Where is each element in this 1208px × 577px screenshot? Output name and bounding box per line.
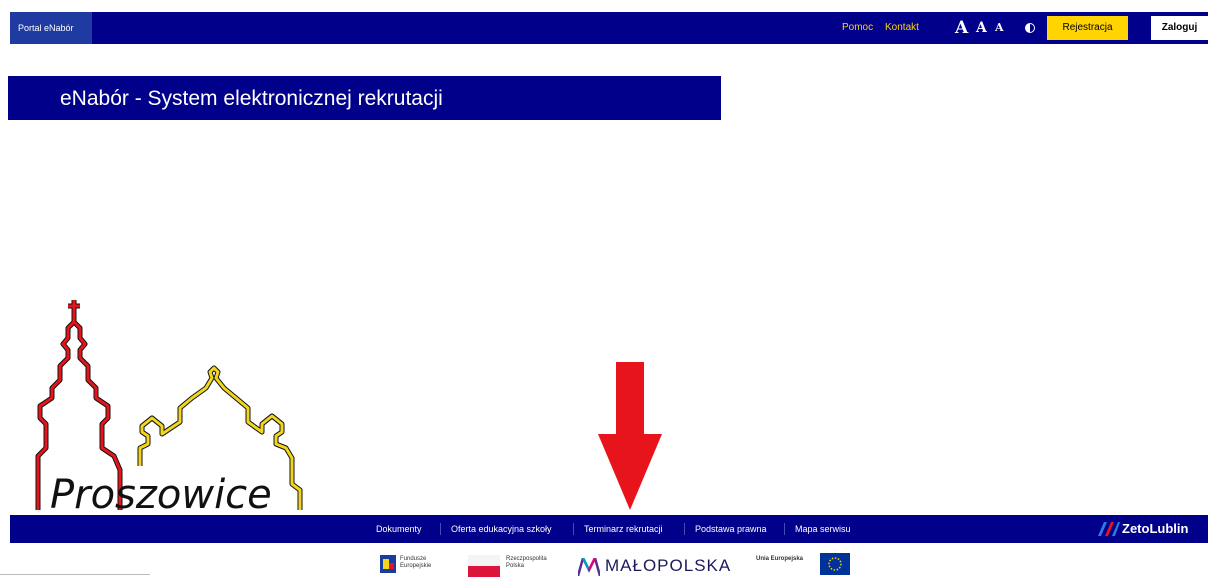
bottom-divider bbox=[0, 574, 150, 575]
font-size-small-button[interactable]: A bbox=[995, 12, 1004, 44]
portal-brand-link[interactable]: Portal eNabór bbox=[10, 12, 92, 44]
footer-separator bbox=[573, 523, 574, 535]
ue-text: Unia Europejska bbox=[756, 556, 804, 562]
malopolska-logo-text: MAŁOPOLSKA bbox=[605, 556, 732, 575]
fe-text-line2: Europejskie bbox=[400, 563, 432, 569]
page-title: eNabór - System elektronicznej rekrutacj… bbox=[60, 87, 443, 110]
footer-separator bbox=[684, 523, 685, 535]
help-link[interactable]: Pomoc bbox=[842, 12, 873, 44]
zeto-lublin-text: ZetoLublin bbox=[1122, 521, 1189, 536]
footer-link-schedule[interactable]: Terminarz rekrutacji bbox=[584, 515, 663, 543]
footer-separator bbox=[784, 523, 785, 535]
zeto-mark-icon bbox=[1098, 522, 1120, 536]
rp-text-line2: Polska bbox=[506, 563, 525, 569]
contrast-icon[interactable] bbox=[1025, 23, 1035, 33]
register-button[interactable]: Rejestracja bbox=[1047, 16, 1128, 40]
footer-link-documents[interactable]: Dokumenty bbox=[376, 515, 422, 543]
footer-link-sitemap[interactable]: Mapa serwisu bbox=[795, 515, 851, 543]
rzeczpospolita-polska-logo: Rzeczpospolita Polska bbox=[468, 553, 564, 577]
unia-europejska-logo: Unia Europejska bbox=[756, 553, 852, 577]
fe-flag-icon bbox=[380, 555, 396, 573]
malopolska-mark-icon bbox=[578, 558, 600, 576]
footer-navbar: Dokumenty Oferta edukacyjna szkoły Termi… bbox=[10, 515, 1208, 543]
footer-link-school-offer[interactable]: Oferta edukacyjna szkoły bbox=[451, 515, 552, 543]
top-navbar: Portal eNabór Pomoc Kontakt A A A Rejest… bbox=[10, 12, 1208, 44]
fundusze-europejskie-logo: Fundusze Europejskie bbox=[380, 553, 450, 577]
footer-link-legal-basis[interactable]: Podstawa prawna bbox=[695, 515, 767, 543]
polish-flag-icon bbox=[468, 555, 500, 577]
fe-text-line1: Fundusze bbox=[400, 556, 427, 562]
font-size-medium-button[interactable]: A bbox=[976, 12, 987, 44]
logo-text: Proszowice bbox=[50, 472, 272, 516]
login-button[interactable]: Zaloguj bbox=[1151, 16, 1208, 40]
title-banner: eNabór - System elektronicznej rekrutacj… bbox=[8, 76, 721, 120]
contact-link[interactable]: Kontakt bbox=[885, 12, 919, 44]
arrow-down-icon bbox=[598, 362, 662, 510]
eu-flag-icon bbox=[820, 553, 850, 575]
proszowice-logo: Proszowice bbox=[35, 300, 303, 516]
font-size-large-button[interactable]: A bbox=[955, 12, 968, 44]
footer-separator bbox=[440, 523, 441, 535]
rp-text-line1: Rzeczpospolita bbox=[506, 556, 547, 562]
